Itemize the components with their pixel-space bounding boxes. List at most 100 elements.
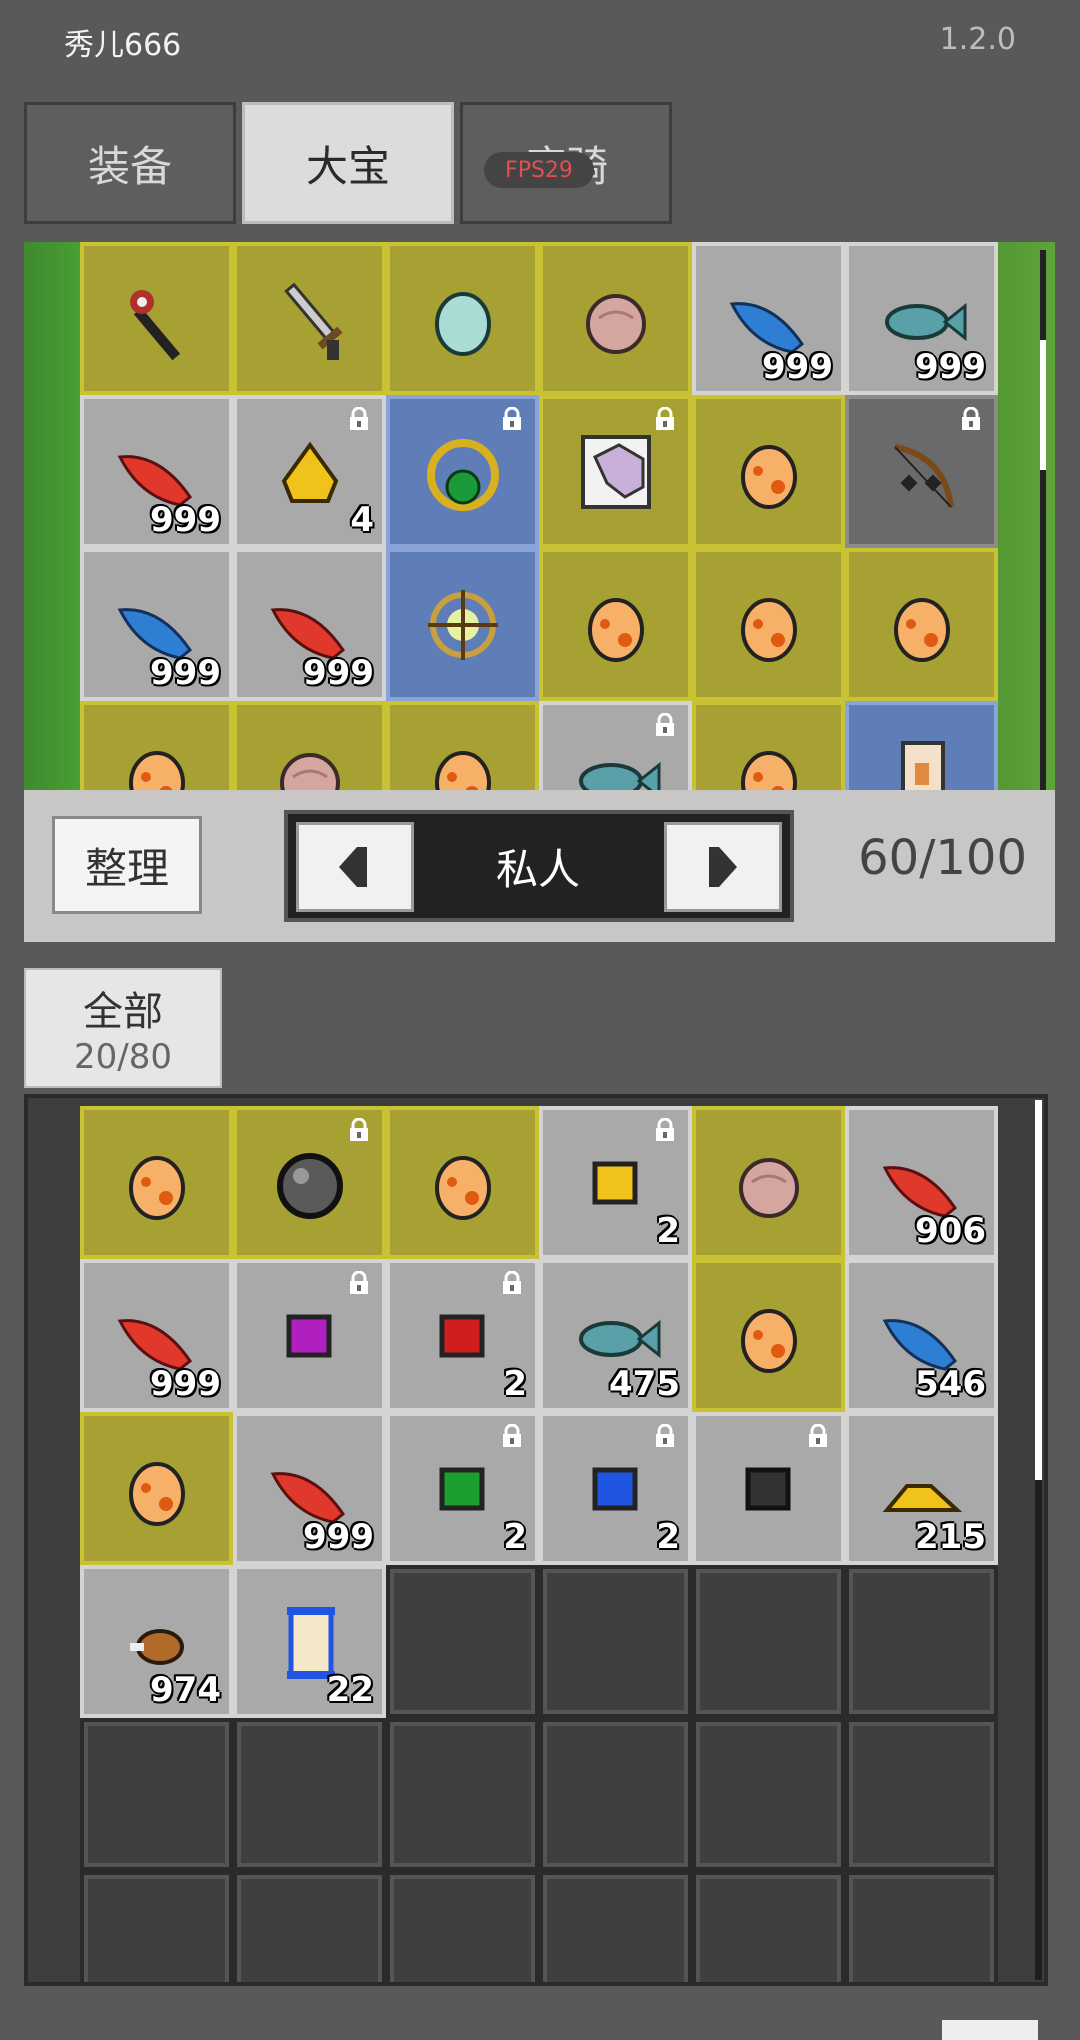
inventory-empty-slot[interactable] (80, 1718, 233, 1871)
inventory-slot[interactable]: 2 (386, 1412, 539, 1565)
inventory-slot[interactable]: 22 (233, 1565, 386, 1718)
lock-icon (503, 407, 521, 430)
next-page-button[interactable] (664, 822, 782, 912)
bank-grid: 999 999 999 4 999 999 (80, 242, 998, 790)
bank-slot[interactable] (80, 242, 233, 395)
inventory-empty-slot[interactable] (692, 1565, 845, 1718)
inventory-empty-slot[interactable] (845, 1871, 998, 1982)
bottom-corner-button[interactable] (942, 2020, 1038, 2040)
tab-treasure[interactable]: 大宝 (242, 102, 454, 224)
bank-scrollbar[interactable] (1040, 250, 1046, 790)
bank-slot[interactable] (80, 701, 233, 790)
lock-icon (656, 1424, 674, 1447)
inventory-slot[interactable]: 475 (539, 1259, 692, 1412)
inventory-empty-slot[interactable] (80, 1871, 233, 1982)
inventory-empty-slot[interactable] (539, 1871, 692, 1982)
inventory-slot[interactable]: 999 (233, 1412, 386, 1565)
inventory-empty-slot[interactable] (845, 1718, 998, 1871)
bag-tab-all[interactable]: 全部 20/80 (24, 968, 222, 1088)
inventory-slot[interactable]: 546 (845, 1259, 998, 1412)
inventory-scroll-thumb[interactable] (1035, 1100, 1042, 1480)
bank-slot[interactable]: 999 (692, 242, 845, 395)
inventory-slot[interactable]: 906 (845, 1106, 998, 1259)
bank-slot[interactable] (539, 242, 692, 395)
inventory-slot[interactable] (692, 1259, 845, 1412)
pink-shell-icon (279, 752, 340, 790)
teal-egg-icon (434, 291, 491, 356)
bank-slot[interactable] (845, 548, 998, 701)
item-count: 475 (609, 1364, 680, 1404)
inventory-slot[interactable] (80, 1106, 233, 1259)
sort-button[interactable]: 整理 (52, 816, 202, 914)
emerald-ring-icon (426, 438, 499, 511)
bank-slot[interactable] (233, 701, 386, 790)
inventory-slot[interactable]: 215 (845, 1412, 998, 1565)
bank-slot[interactable] (692, 395, 845, 548)
inventory-empty-slot[interactable] (845, 1565, 998, 1718)
inventory-slot[interactable]: 974 (80, 1565, 233, 1718)
inventory-empty-slot[interactable] (386, 1871, 539, 1982)
bank-slot[interactable] (692, 548, 845, 701)
red-gem-icon (439, 1314, 484, 1357)
inventory-slot[interactable] (233, 1106, 386, 1259)
inventory-slot[interactable] (386, 1106, 539, 1259)
spotted-egg-icon (587, 597, 644, 662)
bank-slot[interactable]: 4 (233, 395, 386, 548)
bank-slot[interactable]: 999 (80, 395, 233, 548)
bank-controls: 整理 私人 60/100 (24, 790, 1055, 942)
inventory-empty-slot[interactable] (692, 1718, 845, 1871)
inventory-empty-slot[interactable] (233, 1718, 386, 1871)
black-gem-icon (745, 1467, 790, 1510)
inventory-empty-slot[interactable] (539, 1718, 692, 1871)
spotted-egg-icon (128, 750, 185, 790)
lock-icon (350, 1118, 368, 1141)
inventory-empty-slot[interactable] (692, 1871, 845, 1982)
bank-slot[interactable] (233, 242, 386, 395)
inventory-slot[interactable] (233, 1259, 386, 1412)
tab-equipment[interactable]: 装备 (24, 102, 236, 224)
spotted-egg-icon (740, 750, 797, 790)
inventory-slot[interactable]: 999 (80, 1259, 233, 1412)
item-count: 999 (915, 347, 986, 387)
inventory-panel[interactable]: 2 906 999 2 475 546 999 2 2 215 974 22 (24, 1094, 1048, 1986)
bank-slot[interactable] (386, 548, 539, 701)
spotted-egg-icon (740, 444, 797, 509)
blue-gem-icon (592, 1467, 637, 1510)
bank-slot[interactable]: 999 (80, 548, 233, 701)
page-label: 私人 (495, 844, 580, 894)
item-count: 999 (303, 1517, 374, 1557)
bank-slot[interactable] (539, 395, 692, 548)
inventory-empty-slot[interactable] (386, 1718, 539, 1871)
inventory-slot[interactable]: 2 (386, 1259, 539, 1412)
inventory-empty-slot[interactable] (386, 1565, 539, 1718)
item-count: 974 (150, 1670, 221, 1710)
inventory-slot[interactable] (692, 1412, 845, 1565)
prev-page-button[interactable] (296, 822, 414, 912)
bank-slot[interactable] (539, 701, 692, 790)
bank-slot[interactable]: 999 (845, 242, 998, 395)
pink-shell-icon (585, 293, 646, 354)
bank-slot[interactable] (386, 242, 539, 395)
inventory-slot[interactable]: 2 (539, 1412, 692, 1565)
item-count: 2 (503, 1364, 527, 1404)
bank-slot[interactable] (386, 395, 539, 548)
bank-slot[interactable] (539, 548, 692, 701)
bank-slot[interactable] (692, 701, 845, 790)
bank-slot[interactable] (845, 395, 998, 548)
dark-orb-icon (276, 1152, 343, 1219)
bank-scroll-thumb[interactable] (1040, 340, 1046, 470)
item-count: 546 (915, 1364, 986, 1404)
bank-slot[interactable]: 999 (233, 548, 386, 701)
lock-icon (656, 713, 674, 736)
inventory-slot[interactable] (80, 1412, 233, 1565)
inventory-empty-slot[interactable] (233, 1871, 386, 1982)
bag-tab-label: 全部 (83, 989, 163, 1035)
bank-capacity: 60/100 (858, 830, 1027, 886)
bank-storage-panel[interactable]: 999 999 999 4 999 999 (24, 242, 1055, 790)
inventory-slot[interactable] (692, 1106, 845, 1259)
inventory-slot[interactable]: 2 (539, 1106, 692, 1259)
inventory-empty-slot[interactable] (539, 1565, 692, 1718)
bank-slot[interactable] (386, 701, 539, 790)
bank-slot[interactable] (845, 701, 998, 790)
lock-icon (350, 1271, 368, 1294)
